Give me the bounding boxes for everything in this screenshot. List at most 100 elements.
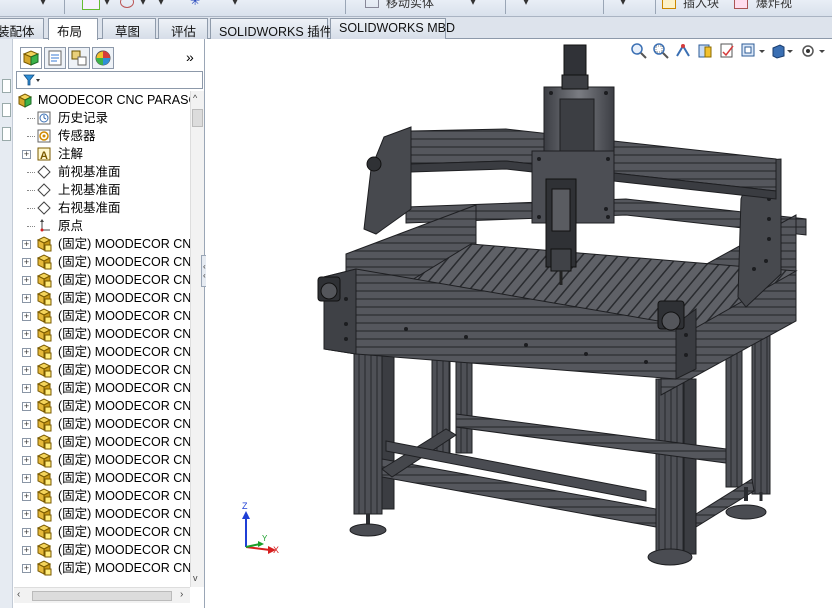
- scroll-thumb[interactable]: [192, 109, 203, 127]
- tree-item-label: 注解: [58, 147, 84, 161]
- tree-part-item[interactable]: + (固定) MOODECOR CN: [14, 487, 190, 505]
- dropdown-arrow-icon[interactable]: ▾: [470, 0, 476, 14]
- dropdown-arrow-icon[interactable]: ▾: [620, 0, 626, 14]
- tree-connector: [27, 118, 35, 119]
- expand-icon[interactable]: +: [22, 402, 31, 411]
- tree-part-item[interactable]: + (固定) MOODECOR CN: [14, 523, 190, 541]
- tree-part-item[interactable]: + (固定) MOODECOR CN: [14, 289, 190, 307]
- feature-manager-tab[interactable]: [20, 47, 42, 69]
- tree-part-item[interactable]: + (固定) MOODECOR CN: [14, 415, 190, 433]
- tree-part-item[interactable]: + (固定) MOODECOR CN: [14, 541, 190, 559]
- expand-icon[interactable]: +: [22, 420, 31, 429]
- tab-solidworks-addins[interactable]: SOLIDWORKS 插件: [210, 18, 332, 39]
- tree-part-item[interactable]: + (固定) MOODECOR CN: [14, 343, 190, 361]
- tree-item[interactable]: 历史记录: [14, 109, 190, 127]
- expand-icon[interactable]: +: [22, 546, 31, 555]
- tree-part-item[interactable]: + (固定) MOODECOR CN: [14, 325, 190, 343]
- more-tabs-button[interactable]: »: [186, 49, 194, 65]
- cnc-router-model[interactable]: Z X Y: [206, 39, 832, 608]
- expand-icon[interactable]: +: [22, 474, 31, 483]
- dropdown-arrow-icon[interactable]: ▾: [158, 0, 164, 14]
- part-icon: [36, 308, 52, 324]
- funnel-icon[interactable]: [23, 74, 41, 86]
- tree-vertical-scrollbar[interactable]: ^ v: [190, 91, 204, 587]
- dropdown-arrow-icon[interactable]: ▾: [140, 0, 146, 14]
- toolbar-separator: [345, 0, 346, 14]
- tree-item[interactable]: 原点: [14, 217, 190, 235]
- tree-part-item[interactable]: + (固定) MOODECOR CN: [14, 253, 190, 271]
- scroll-up-icon[interactable]: ^: [193, 93, 197, 103]
- dropdown-arrow-icon[interactable]: ▾: [523, 0, 529, 14]
- expand-icon[interactable]: +: [22, 150, 31, 159]
- tree-part-item[interactable]: + (固定) MOODECOR CN: [14, 307, 190, 325]
- scroll-thumb[interactable]: [32, 591, 172, 601]
- annotation-icon: A: [37, 147, 51, 162]
- tree-item[interactable]: 前视基准面: [14, 163, 190, 181]
- part-icon: [36, 236, 52, 252]
- part-icon: [36, 488, 52, 504]
- property-manager-tab[interactable]: [44, 47, 66, 69]
- configuration-manager-tab[interactable]: [68, 47, 90, 69]
- expand-icon[interactable]: +: [22, 276, 31, 285]
- tree-part-item[interactable]: + (固定) MOODECOR CN: [14, 433, 190, 451]
- display-manager-tab[interactable]: [92, 47, 114, 69]
- tab-assembly[interactable]: 装配体: [0, 18, 44, 39]
- expand-icon[interactable]: +: [22, 510, 31, 519]
- tree-part-item[interactable]: + (固定) MOODECOR CN: [14, 451, 190, 469]
- expand-icon[interactable]: +: [22, 384, 31, 393]
- tree-item[interactable]: 传感器: [14, 127, 190, 145]
- star-icon[interactable]: ✳: [190, 0, 200, 14]
- part-icon: [36, 452, 52, 468]
- mate-icon[interactable]: [82, 0, 100, 10]
- tree-part-item[interactable]: + (固定) MOODECOR CN: [14, 469, 190, 487]
- expand-icon[interactable]: +: [22, 240, 31, 249]
- dock-icon[interactable]: [2, 127, 11, 141]
- scroll-left-icon[interactable]: ‹: [17, 589, 20, 600]
- dropdown-arrow-icon[interactable]: ▾: [104, 0, 110, 14]
- tree-part-item[interactable]: + (固定) MOODECOR CN: [14, 235, 190, 253]
- tree-part-item[interactable]: + (固定) MOODECOR CN: [14, 271, 190, 289]
- expand-icon[interactable]: +: [22, 456, 31, 465]
- graphics-area[interactable]: Z X Y: [206, 39, 832, 608]
- tree-item[interactable]: 右视基准面: [14, 199, 190, 217]
- tree-horizontal-scrollbar[interactable]: ‹ ›: [14, 587, 190, 603]
- expand-icon[interactable]: +: [22, 492, 31, 501]
- tab-sketch[interactable]: 草图: [102, 18, 156, 39]
- dock-icon[interactable]: [2, 79, 11, 93]
- tree-item[interactable]: 上视基准面: [14, 181, 190, 199]
- tree-part-item[interactable]: + (固定) MOODECOR CN: [14, 397, 190, 415]
- expand-icon[interactable]: +: [22, 438, 31, 447]
- scroll-down-icon[interactable]: v: [193, 573, 198, 583]
- expand-icon[interactable]: +: [22, 330, 31, 339]
- move-body-icon[interactable]: [365, 0, 379, 8]
- expand-icon[interactable]: +: [22, 348, 31, 357]
- explode-view-button[interactable]: 爆炸视: [756, 0, 792, 14]
- scroll-right-icon[interactable]: ›: [180, 589, 183, 600]
- tree-part-label: (固定) MOODECOR CN: [58, 291, 190, 305]
- tree-root[interactable]: MOODECOR CNC PARASOLID: [14, 91, 190, 109]
- tab-solidworks-mbd[interactable]: SOLIDWORKS MBD: [330, 18, 455, 39]
- dock-icon[interactable]: [2, 103, 11, 117]
- tree-part-item[interactable]: + (固定) MOODECOR CN: [14, 505, 190, 523]
- tree-part-item[interactable]: + (固定) MOODECOR CN: [14, 559, 190, 577]
- dropdown-arrow-icon[interactable]: ▾: [40, 0, 46, 14]
- tab-layout[interactable]: 布局: [48, 18, 98, 40]
- tree-part-item[interactable]: + (固定) MOODECOR CN: [14, 361, 190, 379]
- move-body-button[interactable]: 移动实体: [386, 0, 434, 14]
- expand-icon[interactable]: +: [22, 258, 31, 267]
- expand-icon[interactable]: +: [22, 564, 31, 573]
- tree-item[interactable]: + A 注解: [14, 145, 190, 163]
- dropdown-arrow-icon[interactable]: ▾: [232, 0, 238, 14]
- tree-part-item[interactable]: + (固定) MOODECOR CN: [14, 379, 190, 397]
- expand-icon[interactable]: +: [22, 294, 31, 303]
- expand-icon[interactable]: +: [22, 528, 31, 537]
- filter-bar[interactable]: [16, 71, 203, 89]
- explode-view-icon[interactable]: [734, 0, 748, 9]
- component-icon[interactable]: [120, 0, 134, 8]
- display-manager-icon: [95, 50, 111, 66]
- insert-block-button[interactable]: 插入块: [683, 0, 719, 14]
- expand-icon[interactable]: +: [22, 312, 31, 321]
- tab-evaluate[interactable]: 评估: [158, 18, 208, 39]
- expand-icon[interactable]: +: [22, 366, 31, 375]
- insert-block-icon[interactable]: [662, 0, 676, 9]
